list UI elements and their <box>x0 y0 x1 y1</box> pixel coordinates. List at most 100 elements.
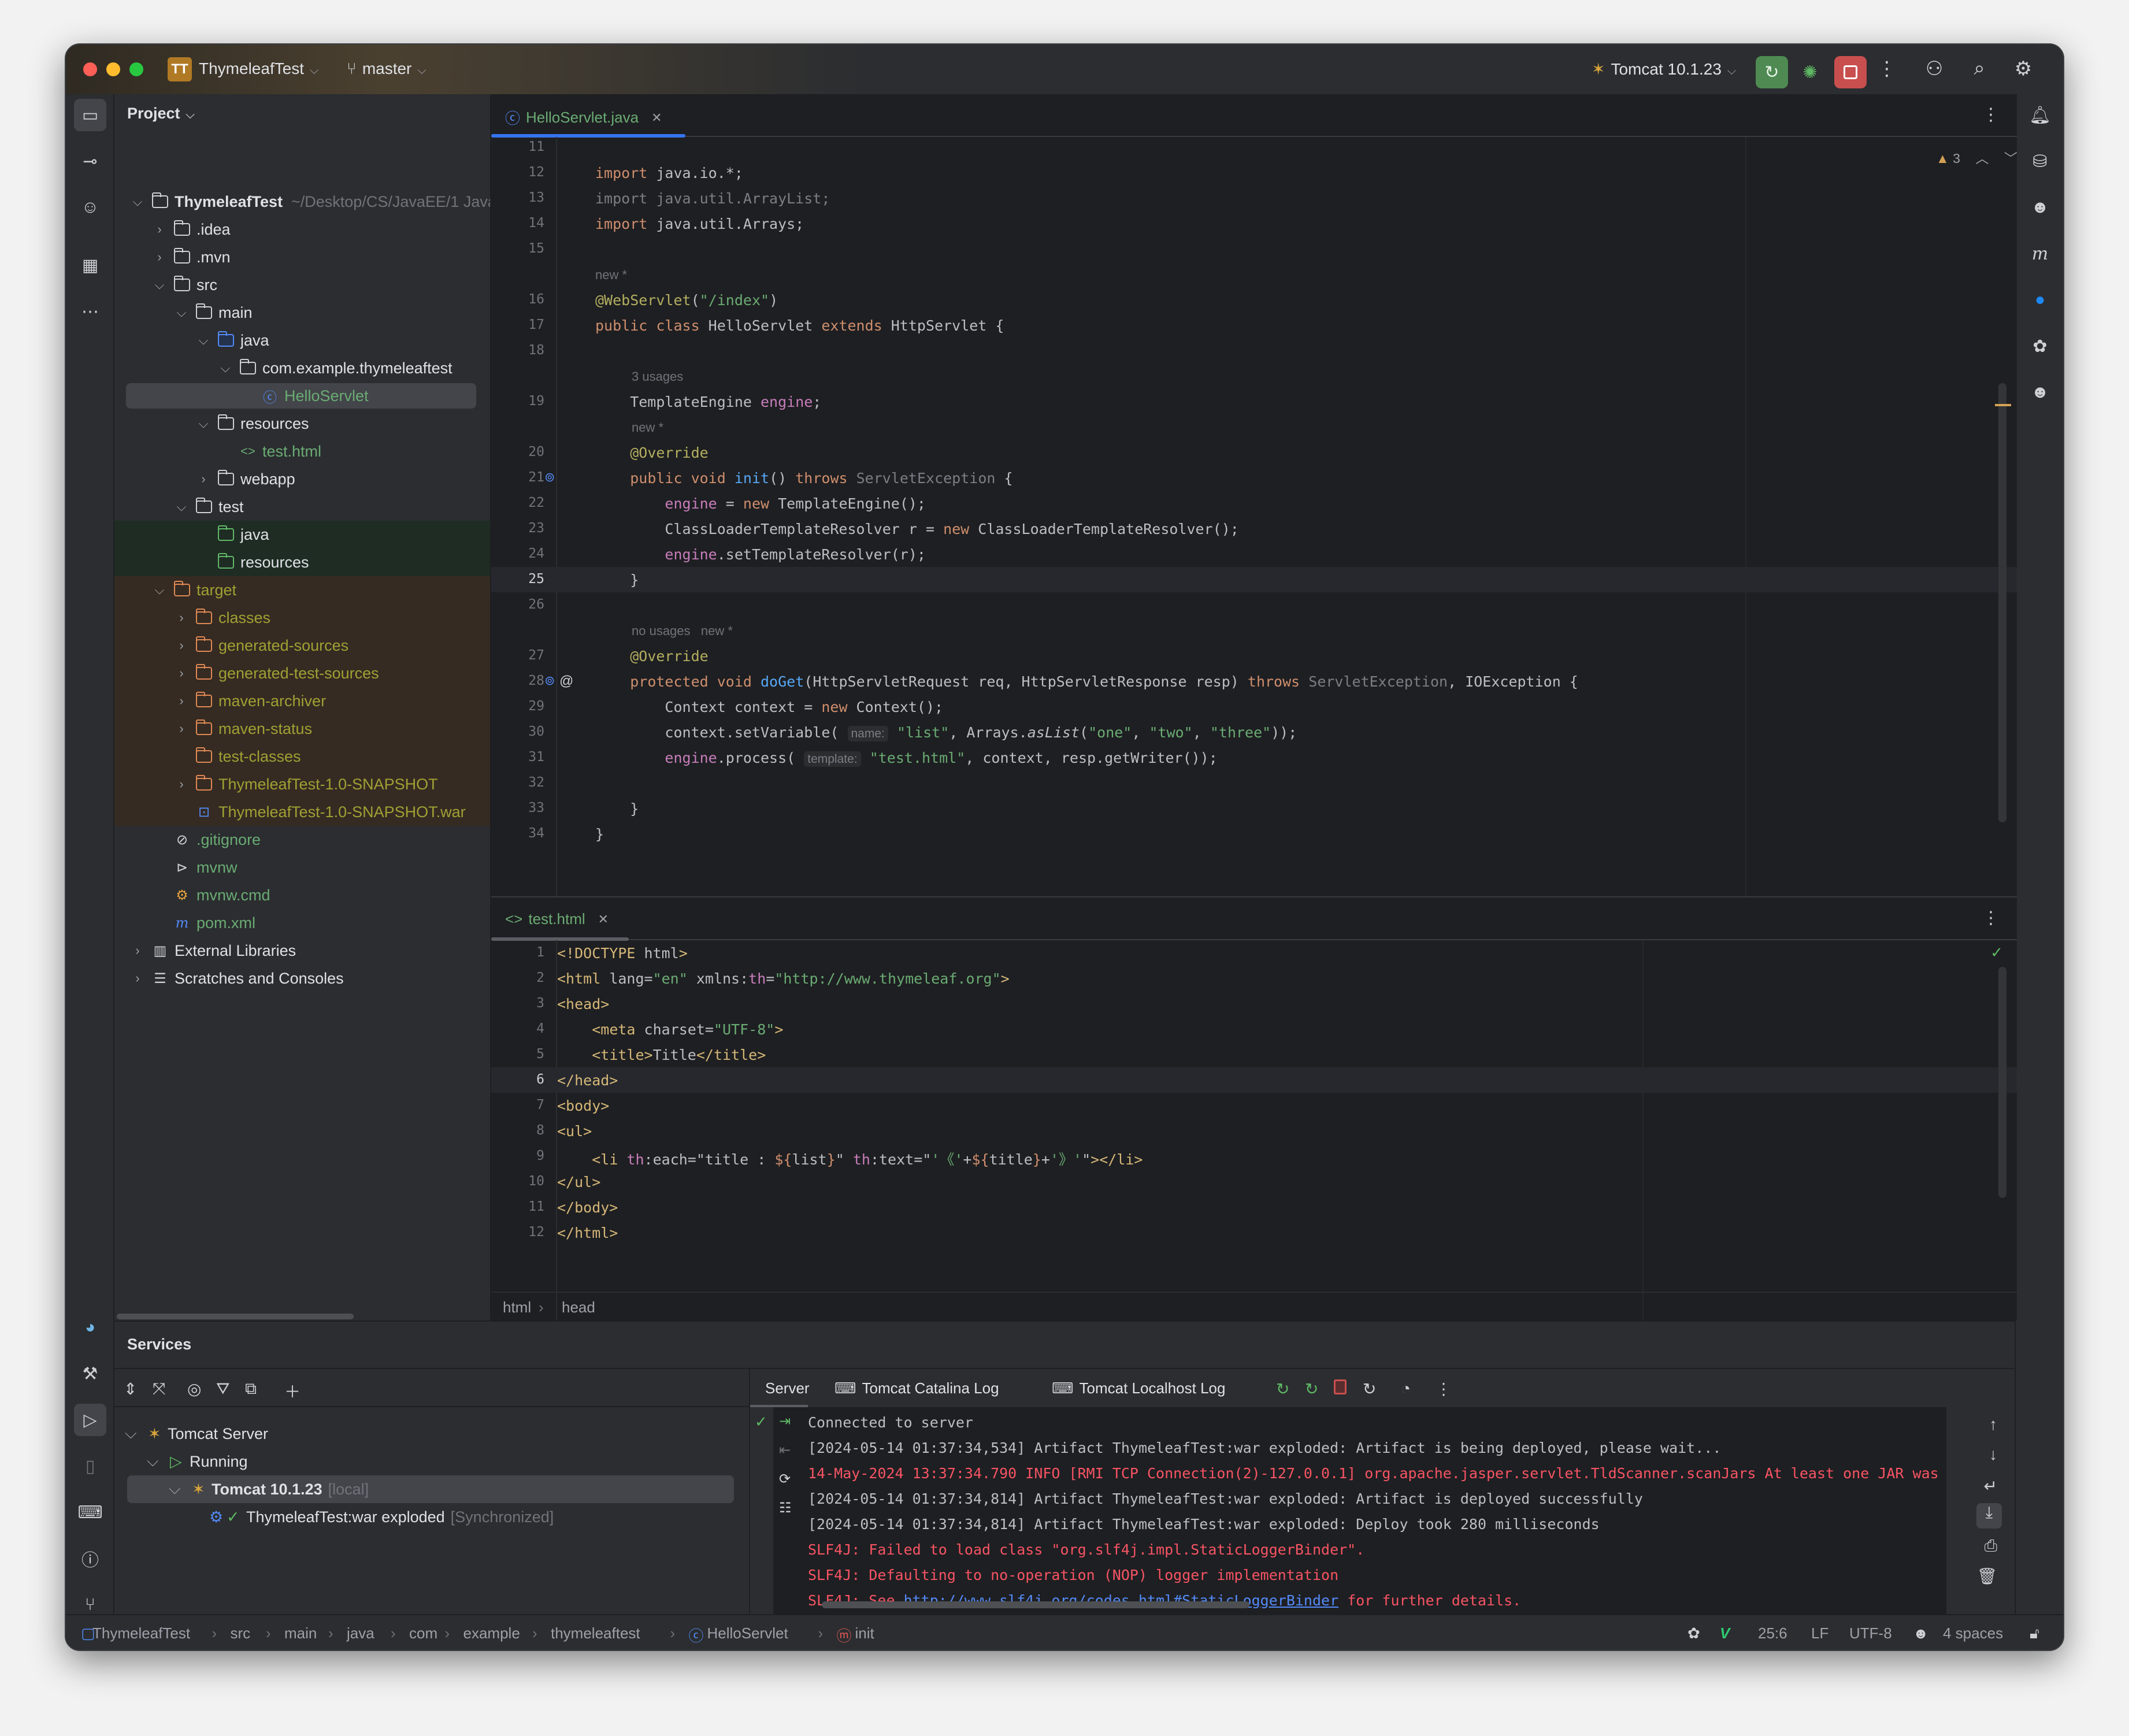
service-artifact[interactable]: ⚙ ✓ ThymeleafTest:war exploded [Synchron… <box>209 1503 554 1531</box>
chevron-right-icon[interactable]: › <box>132 943 143 958</box>
chevron-down-icon[interactable]: ⌵ <box>154 277 165 292</box>
services-icon[interactable]: ▷ <box>74 1404 106 1436</box>
service-running-group[interactable]: ⌵ ▷ Running <box>147 1448 248 1475</box>
clear-all-trash-icon[interactable]: 🗑︎ <box>1976 1567 1997 1586</box>
chat-bubble-icon[interactable]: ● <box>2024 284 2056 316</box>
tree-item[interactable]: › webapp <box>114 465 490 493</box>
breadcrumb-item[interactable]: java <box>347 1624 374 1642</box>
chevron-down-icon[interactable]: ⌵ <box>198 333 209 348</box>
tab-test-html[interactable]: <> test.html ✕ <box>505 910 609 928</box>
chevron-right-icon[interactable]: › <box>132 971 143 986</box>
close-tab-icon[interactable]: ✕ <box>598 912 609 927</box>
breadcrumb-item[interactable]: example <box>463 1624 520 1642</box>
chevron-down-icon[interactable]: ⌵ <box>147 1452 170 1471</box>
unlocked-icon[interactable]: 🔓︎ <box>2030 1624 2039 1643</box>
html-editor[interactable]: <> test.html ✕ ⋮ ✓ 1 <!DOCTYPE html> 2 <htm… <box>491 896 2017 1320</box>
tree-item[interactable]: ⌵ resources <box>114 410 490 437</box>
problems-icon[interactable]: ⓘ <box>74 1542 106 1575</box>
breadcrumb-head[interactable]: head <box>562 1299 595 1316</box>
chevron-down-icon[interactable]: ⌵ <box>176 499 187 514</box>
search-icon[interactable]: ⌕ <box>1965 57 1994 80</box>
add-user-icon[interactable]: ⚇ <box>1920 57 1949 80</box>
chevron-right-icon[interactable]: › <box>154 250 165 265</box>
tree-item[interactable]: ⊳ mvnw <box>114 854 490 881</box>
chevron-down-icon[interactable]: ⌵ <box>220 361 231 376</box>
open-browser-icon[interactable]: ◔ <box>1401 1379 1411 1398</box>
tab-server[interactable]: Server <box>765 1379 810 1397</box>
indent-setting[interactable]: 4 spaces <box>1943 1624 2003 1642</box>
horizontal-scrollbar[interactable] <box>117 1314 354 1319</box>
update-application-icon[interactable]: ↻ <box>1276 1379 1289 1399</box>
close-window-button[interactable] <box>83 62 97 76</box>
tree-item[interactable]: › .idea <box>114 216 490 243</box>
tree-item[interactable]: ⌵ com.example.thymeleaftest <box>114 354 490 382</box>
commit-icon[interactable]: ⊸ <box>74 145 106 177</box>
deploy-all-icon[interactable]: ⇥ <box>779 1413 791 1430</box>
breadcrumb-item[interactable]: src <box>231 1624 251 1642</box>
code-vision-hint[interactable]: new * <box>632 420 663 435</box>
new-service-tab-icon[interactable]: ⧉ <box>245 1379 257 1399</box>
editor-options-icon[interactable]: ⋮ <box>1982 105 2000 125</box>
tree-item[interactable]: ⚙ mvnw.cmd <box>114 881 490 909</box>
debug-button[interactable]: ✺ <box>1794 56 1826 88</box>
notifications-bell-icon[interactable]: 🔔︎ <box>2024 99 2056 131</box>
scroll-down-icon[interactable]: ↓ <box>1989 1445 1997 1464</box>
code-vision-hint[interactable]: no usages new * <box>632 624 733 639</box>
breadcrumb-html[interactable]: html <box>503 1299 531 1316</box>
tree-item[interactable]: <> test.html <box>114 437 490 465</box>
service-tomcat-server[interactable]: ⌵ ✶ Tomcat Server <box>125 1420 268 1448</box>
overrides-method-icon[interactable]: ⊚ <box>544 673 555 688</box>
project-badge[interactable]: TT <box>168 57 192 81</box>
chevron-right-icon[interactable]: › <box>198 472 209 487</box>
cursor-position[interactable]: 25:6 <box>1758 1624 1787 1642</box>
more-options-icon[interactable]: ⋮ <box>1436 1379 1452 1399</box>
tree-item[interactable]: ⌵ java <box>114 327 490 354</box>
tree-item[interactable]: › ☰ Scratches and Consoles <box>114 965 490 992</box>
project-tool-icon[interactable]: ▭ <box>74 99 106 131</box>
chevron-right-icon[interactable]: › <box>176 721 187 736</box>
maven-icon[interactable]: m <box>2024 238 2056 270</box>
scroll-up-icon[interactable]: ↑ <box>1989 1415 1997 1434</box>
more-tools-icon[interactable]: ⋯ <box>74 295 106 328</box>
chevron-down-icon[interactable]: ⌵ <box>176 305 187 320</box>
maximize-window-button[interactable] <box>129 62 143 76</box>
breadcrumb-item[interactable]: com <box>409 1624 437 1642</box>
collapse-all-icon[interactable]: ⤧ <box>153 1379 165 1399</box>
rerun-button[interactable]: ↻ <box>1756 56 1788 88</box>
undeploy-icon[interactable]: ⇤ <box>779 1442 791 1459</box>
log-horizontal-scrollbar[interactable] <box>822 1601 1249 1608</box>
breadcrumb-item[interactable]: HelloServlet <box>707 1624 788 1642</box>
chevron-right-icon[interactable]: › <box>176 777 187 792</box>
chevron-right-icon[interactable]: › <box>176 666 187 681</box>
tree-item[interactable]: ⌵ main <box>114 299 490 327</box>
vertical-scrollbar[interactable] <box>1998 383 2006 822</box>
database-icon[interactable]: ⛁ <box>2024 145 2056 177</box>
breadcrumb-item[interactable]: thymeleaftest <box>551 1624 640 1642</box>
tree-item[interactable]: ⊡ ThymeleafTest-1.0-SNAPSHOT.war <box>114 798 490 826</box>
tree-item[interactable]: resources <box>114 548 490 576</box>
tree-item[interactable]: › generated-sources <box>114 632 490 659</box>
copilot-status-icon[interactable]: ☻ <box>1913 1624 1928 1642</box>
log-vertical-scrollbar[interactable] <box>1946 1407 1964 1616</box>
plugin-mascot-icon[interactable]: ◕ <box>74 1311 106 1344</box>
tree-item[interactable]: ⓒ HelloServlet <box>114 382 490 410</box>
tree-root[interactable]: ⌵ ThymeleafTest ~/Desktop/CS/JavaEE/1 Ja… <box>114 188 490 216</box>
chevron-down-icon[interactable]: ⌵ <box>132 194 143 209</box>
stop-button[interactable] <box>1834 56 1867 88</box>
tree-item[interactable]: ⌵ target <box>114 576 490 604</box>
openai-status-icon[interactable]: ✿ <box>1687 1624 1700 1642</box>
tree-item[interactable]: › ▥ External Libraries <box>114 937 490 965</box>
ai-assistant-help-icon[interactable]: ☺ <box>74 191 106 224</box>
chevron-down-icon[interactable]: ⌵ <box>169 1480 192 1498</box>
code-vision-hint[interactable]: new * <box>595 268 627 283</box>
soft-wrap-icon[interactable]: ↵ <box>1984 1477 1997 1496</box>
breadcrumb-item[interactable]: ThymeleafTest <box>92 1624 190 1642</box>
filter-icon[interactable]: ⛛ <box>216 1379 230 1399</box>
branch-switcher[interactable]: ⑂ master ⌵ <box>347 60 426 78</box>
project-switcher[interactable]: ThymeleafTest ⌵ <box>199 60 318 78</box>
editor-options-icon[interactable]: ⋮ <box>1982 908 2000 928</box>
service-tomcat-instance[interactable]: ⌵ ✶ Tomcat 10.1.23 [local] <box>127 1475 734 1503</box>
restart-debug-icon[interactable]: ↻ <box>1305 1379 1318 1399</box>
openai-icon[interactable]: ✿ <box>2024 330 2056 362</box>
vertical-scrollbar[interactable] <box>1998 967 2006 1198</box>
